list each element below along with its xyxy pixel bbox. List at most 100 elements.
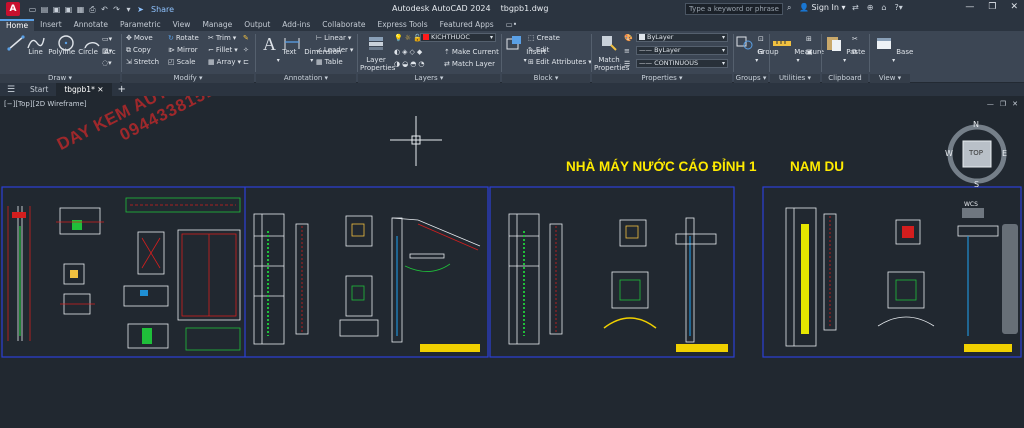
- layer-previous-icon[interactable]: ◑: [394, 59, 400, 69]
- trim-button[interactable]: ✂ Trim ▾: [208, 33, 236, 43]
- drawing-canvas[interactable]: [−][Top][2D Wireframe] — ❐ ✕ NHÀ MÁY NƯỚ…: [0, 96, 1024, 428]
- cut-tool[interactable]: ✂: [852, 34, 858, 44]
- help-icon[interactable]: ?▾: [894, 3, 902, 12]
- linear-button[interactable]: ⊢ Linear ▾: [316, 33, 351, 43]
- viewcube-top-face[interactable]: TOP: [969, 149, 983, 157]
- application-menu-button[interactable]: A: [6, 2, 20, 16]
- layer-properties-button[interactable]: Layer Properties: [360, 33, 395, 72]
- hamburger-menu-icon[interactable]: ☰: [0, 85, 22, 95]
- viewcube-west[interactable]: W: [945, 149, 953, 158]
- color-dropdown[interactable]: ByLayer ▾: [636, 33, 728, 42]
- new-icon[interactable]: ▭: [28, 5, 37, 14]
- exchange-icon[interactable]: ⇄: [852, 3, 859, 12]
- layer-unisolate-icon[interactable]: ◒: [402, 59, 408, 69]
- measure-button[interactable]: Measure ▾: [772, 33, 824, 65]
- block-group-label[interactable]: Block ▾: [502, 74, 590, 83]
- tab-add-ins[interactable]: Add-ins: [276, 19, 316, 31]
- undo-icon[interactable]: ↶: [100, 5, 109, 14]
- tab-collaborate[interactable]: Collaborate: [316, 19, 371, 31]
- offset-tool[interactable]: ⊏: [243, 57, 249, 67]
- boundary-tool[interactable]: ◌▾: [102, 58, 112, 68]
- draw-group-label[interactable]: Draw ▾: [0, 74, 120, 83]
- layers-group-label[interactable]: Layers ▾: [358, 74, 500, 83]
- navigation-bar[interactable]: [1002, 224, 1018, 334]
- save-icon[interactable]: ▣: [52, 5, 61, 14]
- connected-icon[interactable]: ⌂: [881, 3, 886, 12]
- viewcube-east[interactable]: E: [1002, 149, 1007, 158]
- cart-icon[interactable]: ⊕: [867, 3, 874, 12]
- ribbon-minimize-toggle[interactable]: ▭•: [500, 19, 524, 31]
- layer-isolate-icon[interactable]: ◈: [402, 47, 407, 57]
- workspace-dropdown-icon[interactable]: ▾: [124, 5, 133, 14]
- restore-icon[interactable]: ❐: [988, 2, 996, 12]
- tab-drawing[interactable]: tbgpb1* ✕: [56, 83, 112, 96]
- tab-output[interactable]: Output: [238, 19, 276, 31]
- tab-annotate[interactable]: Annotate: [68, 19, 114, 31]
- viewcube-south[interactable]: S: [974, 180, 979, 189]
- tab-manage[interactable]: Manage: [196, 19, 238, 31]
- erase-tool[interactable]: ✎: [243, 33, 249, 43]
- group-edit-tool[interactable]: ⊟: [758, 47, 764, 57]
- layer-freeze-icon[interactable]: ☼: [405, 33, 411, 43]
- search-icon[interactable]: ⌕: [787, 3, 791, 13]
- match-properties-button[interactable]: Match Properties: [594, 33, 629, 72]
- tab-start[interactable]: Start: [22, 83, 56, 96]
- layer-dropdown[interactable]: KICHTHUOC ▾: [420, 33, 496, 42]
- stretch-button[interactable]: ⇲ Stretch: [126, 57, 159, 67]
- layer-on-icon[interactable]: 💡: [394, 33, 403, 43]
- copy-button[interactable]: ⧉ Copy: [126, 45, 151, 55]
- viewcube[interactable]: TOP N S E W: [945, 118, 1021, 194]
- rotate-button[interactable]: ↻ Rotate: [168, 33, 199, 43]
- search-input[interactable]: Type a keyword or phrase: [685, 3, 783, 15]
- layer-thaw-icon[interactable]: ◓: [410, 59, 416, 69]
- table-button[interactable]: ▦ Table: [316, 57, 343, 67]
- create-block-button[interactable]: ⬚ Create: [528, 33, 560, 43]
- utilities-group-label[interactable]: Utilities ▾: [770, 74, 820, 83]
- share-icon[interactable]: ➤: [136, 5, 145, 14]
- quick-select-tool[interactable]: ⊞: [806, 34, 812, 44]
- print-icon[interactable]: ⎙: [88, 5, 97, 14]
- layer-walk-icon[interactable]: ◇: [410, 47, 415, 57]
- base-view-button[interactable]: Base ▾: [874, 33, 913, 65]
- save-as-icon[interactable]: ▣: [64, 5, 73, 14]
- make-current-button[interactable]: ⇡ Make Current: [444, 47, 499, 57]
- copy-clip-tool[interactable]: ⧉: [852, 47, 857, 57]
- new-tab-icon[interactable]: +: [112, 84, 132, 95]
- tab-parametric[interactable]: Parametric: [114, 19, 167, 31]
- sign-in-button[interactable]: 👤 Sign In ▾: [799, 3, 846, 12]
- tab-view[interactable]: View: [167, 19, 197, 31]
- properties-group-label[interactable]: Properties ▾: [592, 74, 732, 83]
- open-icon[interactable]: ▤: [40, 5, 49, 14]
- move-button[interactable]: ✥ Move: [126, 33, 153, 43]
- layer-off-icon[interactable]: ◐: [394, 47, 400, 57]
- hatch-tool[interactable]: ▨▾: [102, 46, 112, 56]
- tab-express-tools[interactable]: Express Tools: [371, 19, 433, 31]
- linetype-dropdown[interactable]: —— CONTINUOUS ▾: [636, 59, 728, 68]
- fillet-button[interactable]: ⌐ Fillet ▾: [208, 45, 238, 55]
- edit-attributes-button[interactable]: ⊞ Edit Attributes ▾: [528, 57, 592, 67]
- tab-featured-apps[interactable]: Featured Apps: [434, 19, 500, 31]
- groups-group-label[interactable]: Groups ▾: [734, 74, 768, 83]
- paste-button[interactable]: Paste ▾: [824, 33, 865, 65]
- web-mobile-icon[interactable]: ▦: [76, 5, 85, 14]
- close-tab-icon[interactable]: ✕: [97, 85, 103, 94]
- array-button[interactable]: ▦ Array ▾: [208, 57, 241, 67]
- layer-match-icon[interactable]: ◆: [417, 47, 422, 57]
- modify-group-label[interactable]: Modify ▾: [122, 74, 254, 83]
- explode-tool[interactable]: ✧: [243, 45, 249, 55]
- lineweight-dropdown[interactable]: —— ByLayer ▾: [636, 46, 728, 55]
- share-button[interactable]: Share: [151, 5, 174, 14]
- rectangle-tool[interactable]: ▭▾: [102, 34, 112, 44]
- match-layer-button[interactable]: ⇄ Match Layer: [444, 59, 495, 69]
- leader-button[interactable]: ↙ Leader ▾: [316, 45, 353, 55]
- close-icon[interactable]: ✕: [1010, 2, 1018, 12]
- mirror-button[interactable]: ⧐ Mirror: [168, 45, 198, 55]
- tab-insert[interactable]: Insert: [34, 19, 68, 31]
- redo-icon[interactable]: ↷: [112, 5, 121, 14]
- calculator-tool[interactable]: ▣: [806, 47, 813, 57]
- ungroup-tool[interactable]: ⊡: [758, 34, 764, 44]
- annotation-group-label[interactable]: Annotation ▾: [256, 74, 356, 83]
- tab-home[interactable]: Home: [0, 19, 35, 31]
- view-group-label[interactable]: View ▾: [870, 74, 910, 83]
- minimize-icon[interactable]: —: [965, 2, 974, 12]
